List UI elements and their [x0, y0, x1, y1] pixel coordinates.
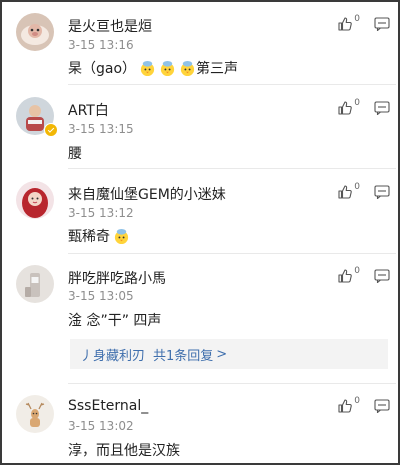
comment-text: 淳，而且他是汉族 [68, 443, 180, 459]
comment-item: ART白 3-15 13:15 腰 0 [2, 85, 398, 169]
message-icon[interactable] [374, 101, 390, 115]
verified-badge-icon [44, 123, 58, 137]
username[interactable]: 胖吃胖吃路小馬 [68, 268, 166, 288]
comment-text-main: 甄稀奇 [68, 229, 110, 245]
timestamp: 3-15 13:02 [68, 419, 134, 433]
message-icon[interactable] [374, 399, 390, 413]
reply-preview[interactable]: 丿身藏利刃 共1条回复 > [70, 339, 388, 369]
like-button[interactable]: 0 [337, 396, 360, 414]
thumbs-up-icon [338, 17, 353, 31]
thumbs-up-icon [338, 269, 353, 283]
like-count: 0 [354, 182, 360, 192]
username[interactable]: ART白 [68, 100, 109, 120]
like-button[interactable]: 0 [337, 14, 360, 32]
timestamp: 3-15 13:05 [68, 289, 134, 303]
comment-actions: 0 [337, 98, 390, 116]
thumbs-up-icon [338, 185, 353, 199]
comment-item: 胖吃胖吃路小馬 3-15 13:05 淦 念”干” 四声 丿身藏利刃 共1条回复… [2, 254, 398, 384]
avatar[interactable] [16, 395, 54, 433]
comment-item: 来自魔仙堡GEM的小迷妹 3-15 13:12 甄稀奇 0 [2, 169, 398, 254]
timestamp: 3-15 13:15 [68, 122, 134, 136]
avatar[interactable] [16, 13, 54, 51]
comment-text: 甄稀奇 [68, 226, 130, 246]
thumbs-up-icon [338, 101, 353, 115]
chick-emoji-icon [159, 60, 176, 77]
like-count: 0 [354, 266, 360, 276]
like-button[interactable]: 0 [337, 266, 360, 284]
message-icon[interactable] [374, 269, 390, 283]
username[interactable]: SssEternal_ [68, 398, 148, 414]
comment-text: 腰 [68, 146, 82, 162]
comment-text-suffix: 第三声 [196, 61, 239, 77]
comment-text: 杲（gao） 第三声 [68, 58, 238, 78]
like-count: 0 [354, 98, 360, 108]
like-button[interactable]: 0 [337, 98, 360, 116]
avatar[interactable] [16, 265, 54, 303]
timestamp: 3-15 13:12 [68, 206, 134, 220]
comment-item: SssEternal_ 3-15 13:02 淳，而且他是汉族 0 [2, 384, 398, 463]
comment-text-main: 杲（gao） [68, 61, 137, 77]
comment-actions: 0 [337, 14, 390, 32]
comment-actions: 0 [337, 396, 390, 414]
chick-emoji-icon [139, 60, 156, 77]
username[interactable]: 来自魔仙堡GEM的小迷妹 [68, 184, 226, 204]
chick-emoji-icon [113, 228, 130, 245]
like-count: 0 [354, 396, 360, 406]
message-icon[interactable] [374, 17, 390, 31]
thumbs-up-icon [338, 399, 353, 413]
reply-author[interactable]: 丿身藏利刃 [80, 345, 145, 364]
like-button[interactable]: 0 [337, 182, 360, 200]
message-icon[interactable] [374, 185, 390, 199]
like-count: 0 [354, 14, 360, 24]
reply-summary[interactable]: 共1条回复 [153, 345, 213, 364]
avatar[interactable] [16, 181, 54, 219]
comment-actions: 0 [337, 266, 390, 284]
comment-item: 是火亘也是烜 3-15 13:16 杲（gao） 第三声 0 [2, 0, 398, 85]
timestamp: 3-15 13:16 [68, 38, 134, 52]
chevron-right-icon: > [216, 346, 228, 362]
comment-actions: 0 [337, 182, 390, 200]
comment-text: 淦 念”干” 四声 [68, 313, 162, 329]
chick-emoji-icon [179, 60, 196, 77]
username[interactable]: 是火亘也是烜 [68, 16, 152, 36]
